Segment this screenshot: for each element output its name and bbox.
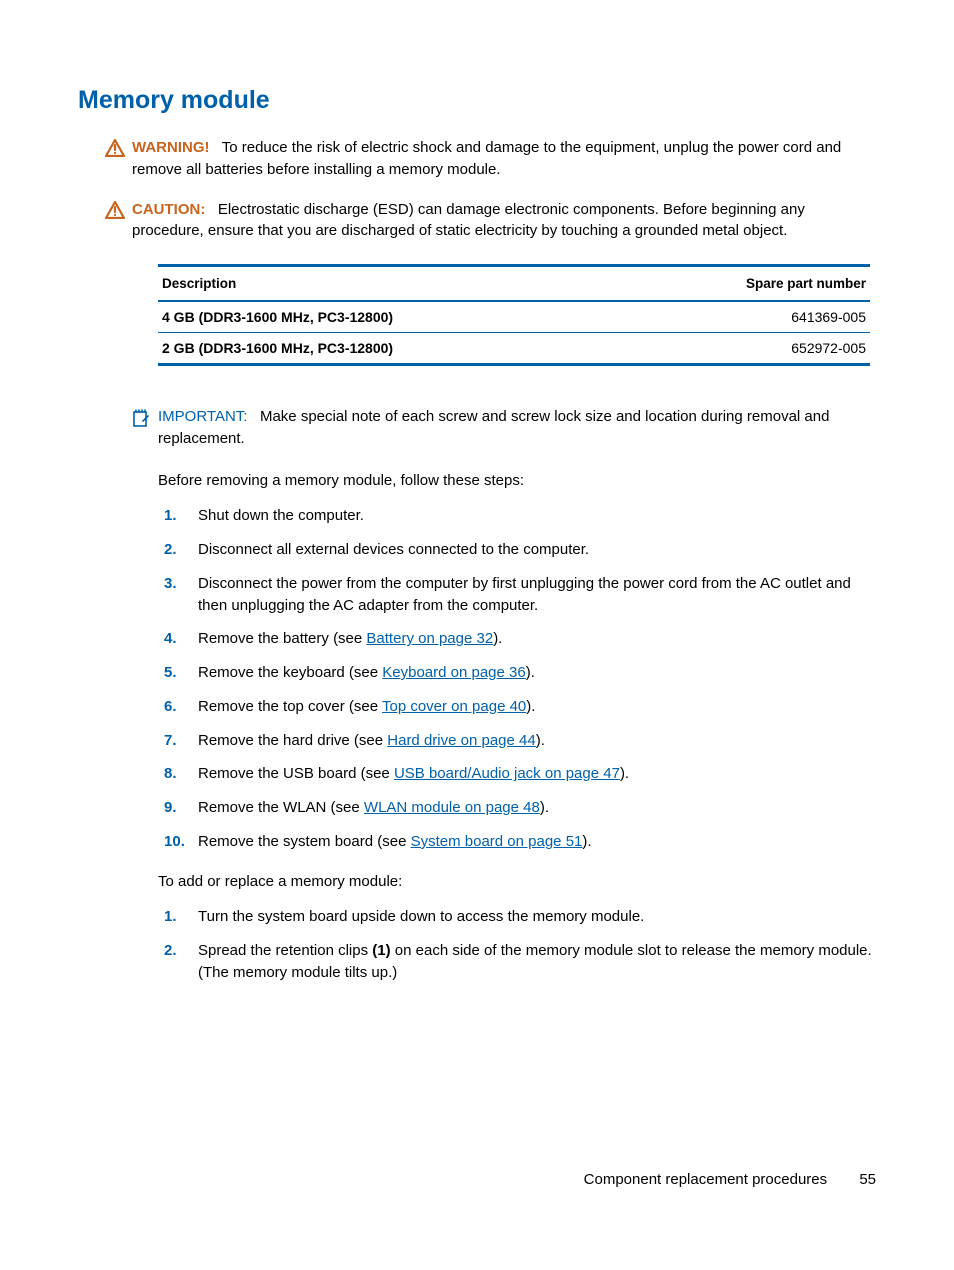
table-row: 4 GB (DDR3-1600 MHz, PC3-12800) 641369-0… bbox=[158, 301, 870, 333]
note-icon bbox=[131, 408, 151, 435]
caution-icon bbox=[105, 201, 125, 226]
caution-notice: CAUTION: Electrostatic discharge (ESD) c… bbox=[132, 199, 876, 243]
step-item: Remove the system board (see System boar… bbox=[194, 831, 876, 853]
caution-label: CAUTION: bbox=[132, 201, 205, 218]
step-item: Remove the battery (see Battery on page … bbox=[194, 628, 876, 650]
table-row: 2 GB (DDR3-1600 MHz, PC3-12800) 652972-0… bbox=[158, 333, 870, 365]
step-item: Shut down the computer. bbox=[194, 505, 876, 527]
warning-icon bbox=[105, 139, 125, 164]
page-footer: Component replacement procedures 55 bbox=[584, 1171, 876, 1188]
step-item: Remove the USB board (see USB board/Audi… bbox=[194, 763, 876, 785]
link-top-cover[interactable]: Top cover on page 40 bbox=[382, 698, 526, 715]
link-usb-board[interactable]: USB board/Audio jack on page 47 bbox=[394, 765, 620, 782]
link-battery[interactable]: Battery on page 32 bbox=[366, 630, 493, 647]
step-item: Disconnect all external devices connecte… bbox=[194, 539, 876, 561]
parts-table: Description Spare part number 4 GB (DDR3… bbox=[158, 264, 870, 366]
step-item: Disconnect the power from the computer b… bbox=[194, 573, 876, 617]
important-label: IMPORTANT: bbox=[158, 408, 247, 425]
link-wlan[interactable]: WLAN module on page 48 bbox=[364, 799, 540, 816]
warning-notice: WARNING! To reduce the risk of electric … bbox=[132, 137, 876, 181]
footer-page-number: 55 bbox=[859, 1171, 876, 1188]
steps-add-replace: Turn the system board upside down to acc… bbox=[158, 906, 876, 983]
step-item: Turn the system board upside down to acc… bbox=[194, 906, 876, 928]
intro-removal: Before removing a memory module, follow … bbox=[158, 470, 876, 492]
link-system-board[interactable]: System board on page 51 bbox=[411, 833, 583, 850]
intro-add-replace: To add or replace a memory module: bbox=[158, 871, 876, 893]
steps-removal: Shut down the computer. Disconnect all e… bbox=[158, 505, 876, 852]
step-item: Remove the hard drive (see Hard drive on… bbox=[194, 730, 876, 752]
link-keyboard[interactable]: Keyboard on page 36 bbox=[382, 664, 525, 681]
callout-1: (1) bbox=[372, 942, 390, 959]
step-item: Remove the WLAN (see WLAN module on page… bbox=[194, 797, 876, 819]
important-text: Make special note of each screw and scre… bbox=[158, 408, 829, 447]
part-number: 652972-005 bbox=[622, 333, 870, 365]
warning-text: To reduce the risk of electric shock and… bbox=[132, 139, 841, 178]
col-description: Description bbox=[158, 266, 622, 302]
step-item: Remove the top cover (see Top cover on p… bbox=[194, 696, 876, 718]
step-item: Spread the retention clips (1) on each s… bbox=[194, 940, 876, 984]
part-number: 641369-005 bbox=[622, 301, 870, 333]
important-notice: IMPORTANT: Make special note of each scr… bbox=[158, 406, 876, 450]
warning-label: WARNING! bbox=[132, 139, 210, 156]
section-heading: Memory module bbox=[78, 86, 876, 115]
step-item: Remove the keyboard (see Keyboard on pag… bbox=[194, 662, 876, 684]
link-hard-drive[interactable]: Hard drive on page 44 bbox=[387, 732, 535, 749]
col-spare-part: Spare part number bbox=[622, 266, 870, 302]
part-desc: 4 GB (DDR3-1600 MHz, PC3-12800) bbox=[158, 301, 622, 333]
footer-section: Component replacement procedures bbox=[584, 1171, 827, 1188]
part-desc: 2 GB (DDR3-1600 MHz, PC3-12800) bbox=[158, 333, 622, 365]
caution-text: Electrostatic discharge (ESD) can damage… bbox=[132, 201, 805, 240]
